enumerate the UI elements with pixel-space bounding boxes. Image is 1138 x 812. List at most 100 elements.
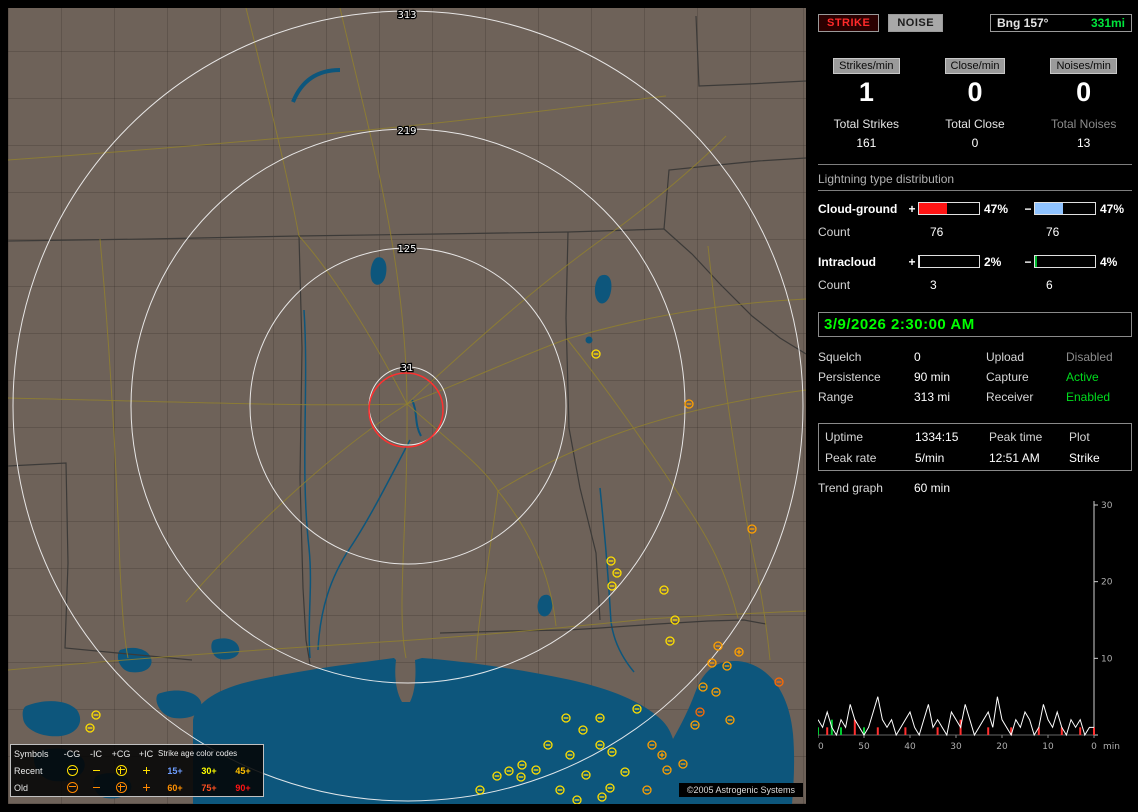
svg-text:50: 50: [858, 742, 870, 752]
uptime-value: 1334:15: [915, 430, 989, 444]
legend-symbols-header: Symbols: [14, 749, 60, 759]
map-legend: Symbols -CG -IC +CG +IC Strike age color…: [10, 744, 264, 797]
plot-label: Plot: [1069, 430, 1125, 444]
total-noises-label: Total Noises: [1035, 117, 1132, 131]
strikes-per-min-button[interactable]: Strikes/min: [833, 58, 899, 74]
svg-text:20: 20: [1101, 578, 1113, 588]
age-30: 30+: [192, 766, 226, 776]
squelch-upload-row: Squelch 0 Upload Disabled: [818, 347, 1132, 367]
total-strikes-value: 161: [818, 136, 915, 150]
capture-label: Capture: [986, 370, 1066, 384]
squelch-value: 0: [914, 350, 986, 364]
plus-sign: +: [906, 255, 918, 269]
legend-old-row: Old 60+ 75+ 90+: [11, 779, 263, 796]
circled-minus-icon: [60, 765, 84, 776]
noises-per-min-button[interactable]: Noises/min: [1050, 58, 1116, 74]
legend-col-pos-cg: +CG: [108, 749, 134, 759]
range-value: 313 mi: [914, 390, 986, 404]
legend-col-neg-ic: -IC: [84, 749, 108, 759]
range-label: Range: [818, 390, 914, 404]
svg-text:31: 31: [401, 363, 414, 374]
range-ring-labels: 313 219 125 31: [397, 10, 416, 374]
trend-graph-label: Trend graph: [818, 481, 914, 495]
cg-plus-count: 76: [918, 225, 980, 239]
trend-graph-window: 60 min: [914, 481, 1132, 495]
circled-plus-icon: [108, 782, 134, 793]
upload-status: Disabled: [1066, 350, 1132, 364]
plus-icon: [134, 784, 158, 791]
strikes-column: Strikes/min 1 Total Strikes 161: [818, 58, 915, 150]
svg-text:125: 125: [397, 244, 416, 255]
trend-plot-area: 3020106050403020100min: [818, 501, 1120, 752]
divider: [818, 164, 1132, 165]
cg-plus-pct: 47%: [980, 202, 1022, 216]
legend-recent-row: Recent 15+ 30+ 45+: [11, 762, 263, 779]
ic-minus-count: 6: [1034, 278, 1096, 292]
uptime-row: Uptime 1334:15 Peak time Plot: [825, 426, 1125, 447]
minus-sign: −: [1022, 202, 1034, 216]
ic-plus-pct: 2%: [980, 255, 1022, 269]
noises-column: Noises/min 0 Total Noises 13: [1035, 58, 1132, 150]
close-per-min-button[interactable]: Close/min: [945, 58, 1006, 74]
map-canvas: 313 219 125 31: [8, 8, 806, 804]
svg-text:10: 10: [1042, 742, 1054, 752]
svg-text:40: 40: [904, 742, 916, 752]
count-label: Count: [818, 225, 906, 239]
age-75: 75+: [192, 783, 226, 793]
roads: [8, 8, 806, 670]
peak-rate-label: Peak rate: [825, 451, 915, 465]
persistence-capture-row: Persistence 90 min Capture Active: [818, 367, 1132, 387]
close-per-min-value: 0: [927, 77, 1024, 108]
svg-text:313: 313: [397, 10, 416, 21]
legend-recent-label: Recent: [14, 766, 60, 776]
legend-col-neg-cg: -CG: [60, 749, 84, 759]
persistence-label: Persistence: [818, 370, 914, 384]
toolbar: STRIKE NOISE Bng 157° 331mi: [818, 14, 1132, 32]
bearing-readout: Bng 157° 331mi: [990, 14, 1132, 32]
peak-time-value: 12:51 AM: [989, 451, 1069, 465]
total-close-label: Total Close: [927, 117, 1024, 131]
cg-plus-bar: [918, 202, 980, 215]
svg-text:min: min: [1103, 742, 1120, 752]
range-receiver-row: Range 313 mi Receiver Enabled: [818, 387, 1132, 407]
receiver-label: Receiver: [986, 390, 1066, 404]
ic-minus-pct: 4%: [1096, 255, 1132, 269]
strikes-per-min-value: 1: [818, 77, 915, 108]
svg-text:30: 30: [1101, 501, 1113, 511]
status-rows: Squelch 0 Upload Disabled Persistence 90…: [818, 347, 1132, 407]
distribution-title: Lightning type distribution: [818, 172, 1132, 186]
legend-header-row: Symbols -CG -IC +CG +IC Strike age color…: [11, 745, 263, 762]
age-15: 15+: [158, 766, 192, 776]
age-45: 45+: [226, 766, 260, 776]
total-noises-value: 13: [1035, 136, 1132, 150]
svg-text:0: 0: [1091, 742, 1097, 752]
legend-old-label: Old: [14, 783, 60, 793]
svg-text:20: 20: [996, 742, 1008, 752]
rivers: [293, 70, 634, 672]
ic-plus-bar: [918, 255, 980, 268]
svg-text:10: 10: [1101, 654, 1113, 664]
plus-sign: +: [906, 202, 918, 216]
current-datetime: 3/9/2026 2:30:00 AM: [824, 316, 975, 333]
noise-button[interactable]: NOISE: [888, 14, 943, 32]
uptime-box: Uptime 1334:15 Peak time Plot Peak rate …: [818, 423, 1132, 471]
lightning-map[interactable]: 313 219 125 31 Symbols -CG -IC +CG +IC Stri…: [8, 8, 806, 804]
squelch-label: Squelch: [818, 350, 914, 364]
age-90: 90+: [226, 783, 260, 793]
plot-value: Strike: [1069, 451, 1125, 465]
storm-tracking-ring: [369, 373, 443, 447]
total-strikes-label: Total Strikes: [818, 117, 915, 131]
strike-button[interactable]: STRIKE: [818, 14, 879, 32]
cg-minus-count: 76: [1034, 225, 1096, 239]
intracloud-label: Intracloud: [818, 255, 906, 269]
noises-per-min-value: 0: [1035, 77, 1132, 108]
count-label: Count: [818, 278, 906, 292]
svg-text:219: 219: [397, 126, 416, 137]
cg-minus-pct: 47%: [1096, 202, 1132, 216]
state-borders: [8, 16, 806, 664]
legend-age-header: Strike age color codes: [158, 749, 260, 758]
cloud-ground-row: Cloud-ground + 47% − 47%: [818, 197, 1132, 220]
legend-col-pos-ic: +IC: [134, 749, 158, 759]
persistence-value: 90 min: [914, 370, 986, 384]
intracloud-count-row: Count 3 6: [818, 273, 1132, 296]
